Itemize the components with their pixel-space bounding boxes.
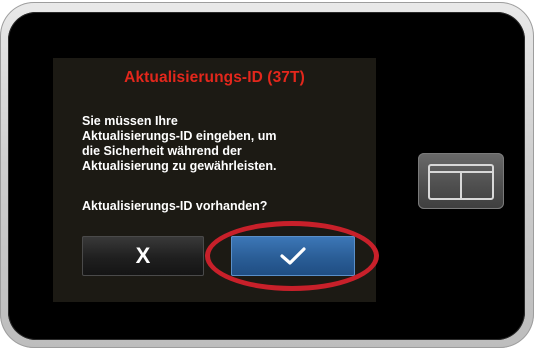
dialog-question: Aktualisierungs-ID vorhanden? <box>82 199 268 213</box>
dialog-message-line: die Sicherheit während der <box>82 144 242 158</box>
touchscreen: Aktualisierungs-ID (37T) Sie müssen Ihre… <box>53 58 376 302</box>
confirm-button[interactable] <box>231 236 355 276</box>
cancel-button[interactable]: X <box>82 236 204 276</box>
cancel-x-label: X <box>135 243 151 268</box>
dialog-message: Sie müssen Ihre Aktualisierungs-ID einge… <box>82 114 362 174</box>
t-logo-icon <box>428 164 494 200</box>
screen-on-button[interactable] <box>418 153 504 209</box>
dialog-message-line: Aktualisierung zu gewährleisten. <box>82 159 277 173</box>
dialog-message-line: Aktualisierungs-ID eingeben, um <box>82 129 277 143</box>
dialog-message-line: Sie müssen Ihre <box>82 114 178 128</box>
dialog-title: Aktualisierungs-ID (37T) <box>124 69 305 86</box>
device-photo: Aktualisierungs-ID (37T) Sie müssen Ihre… <box>0 0 535 350</box>
checkmark-icon <box>280 247 306 265</box>
